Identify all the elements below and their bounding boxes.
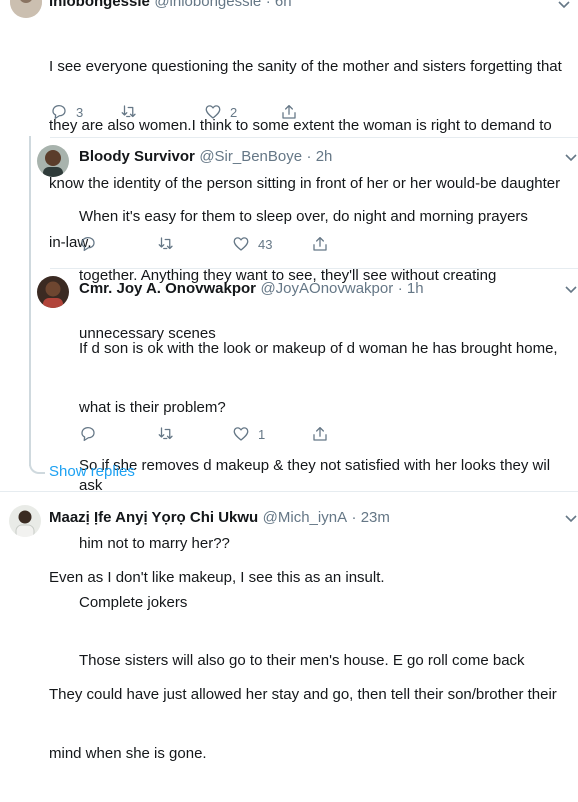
- avatar-mich-iyna[interactable]: [9, 505, 41, 537]
- show-replies-link[interactable]: Show replies: [49, 463, 135, 480]
- author-handle[interactable]: @JoyAOnovwakpor: [260, 280, 393, 297]
- chevron-down-icon[interactable]: [563, 149, 578, 165]
- tweet-time[interactable]: · 6h: [266, 0, 292, 10]
- retweet-button[interactable]: [120, 103, 138, 121]
- thread-curve: [29, 458, 45, 474]
- chevron-down-icon[interactable]: [563, 281, 578, 297]
- author-name[interactable]: Maazị Ịfe Anyị Yọrọ Chi Ukwu: [49, 509, 258, 526]
- avatar-bloody-survivor[interactable]: [37, 145, 69, 177]
- tweet-time[interactable]: · 23m: [352, 509, 390, 526]
- thread-line: [29, 136, 31, 466]
- reply-button[interactable]: [79, 425, 97, 443]
- avatar-joy-onovwakpor[interactable]: [37, 276, 69, 308]
- like-count: 1: [258, 426, 266, 442]
- reply-icon: [81, 426, 95, 442]
- retweet-icon: [158, 427, 173, 440]
- like-button[interactable]: 43: [232, 235, 272, 253]
- author-handle[interactable]: @iniobongessie: [154, 0, 261, 10]
- share-icon: [313, 236, 327, 251]
- retweet-button[interactable]: [157, 425, 175, 443]
- like-button[interactable]: 1: [232, 425, 265, 443]
- heart-icon: [233, 237, 249, 251]
- author-handle[interactable]: @Mich_iynA: [263, 509, 347, 526]
- author-name[interactable]: iniobongessie: [49, 0, 150, 10]
- tweet-divider: [0, 491, 578, 492]
- tweet-text: Even as I don't like makeup, I see this …: [49, 569, 557, 762]
- tweet-actions: 3 2: [50, 103, 296, 121]
- reply-icon: [81, 236, 95, 252]
- author-name[interactable]: Cmr. Joy A. Onovwakpor: [79, 280, 256, 297]
- retweet-icon: [121, 105, 136, 118]
- tweet-time[interactable]: · 2h: [307, 148, 333, 165]
- share-button[interactable]: [311, 425, 329, 443]
- share-button[interactable]: [280, 103, 298, 121]
- share-icon: [282, 104, 296, 119]
- tweet-actions: 1: [79, 425, 327, 443]
- reply-divider: [50, 137, 578, 138]
- tweet-time[interactable]: · 1h: [398, 280, 424, 297]
- author-handle[interactable]: @Sir_BenBoye: [199, 148, 302, 165]
- chevron-down-icon[interactable]: [556, 0, 572, 12]
- tweet-actions: 43: [79, 235, 327, 253]
- avatar-iniobongessie[interactable]: [10, 0, 42, 18]
- heart-icon: [233, 427, 249, 441]
- retweet-button[interactable]: [157, 235, 175, 253]
- share-button[interactable]: [311, 235, 329, 253]
- like-count: 2: [230, 104, 238, 120]
- retweet-icon: [158, 237, 173, 250]
- reply-button[interactable]: [79, 235, 97, 253]
- like-count: 43: [258, 236, 273, 252]
- reply-divider: [50, 268, 578, 269]
- heart-icon: [205, 105, 221, 119]
- chevron-down-icon[interactable]: [563, 510, 578, 526]
- reply-icon: [52, 104, 66, 120]
- author-name[interactable]: Bloody Survivor: [79, 148, 195, 165]
- reply-count: 3: [76, 104, 84, 120]
- share-icon: [313, 426, 327, 441]
- like-button[interactable]: 2: [204, 103, 237, 121]
- reply-button[interactable]: 3: [50, 103, 83, 121]
